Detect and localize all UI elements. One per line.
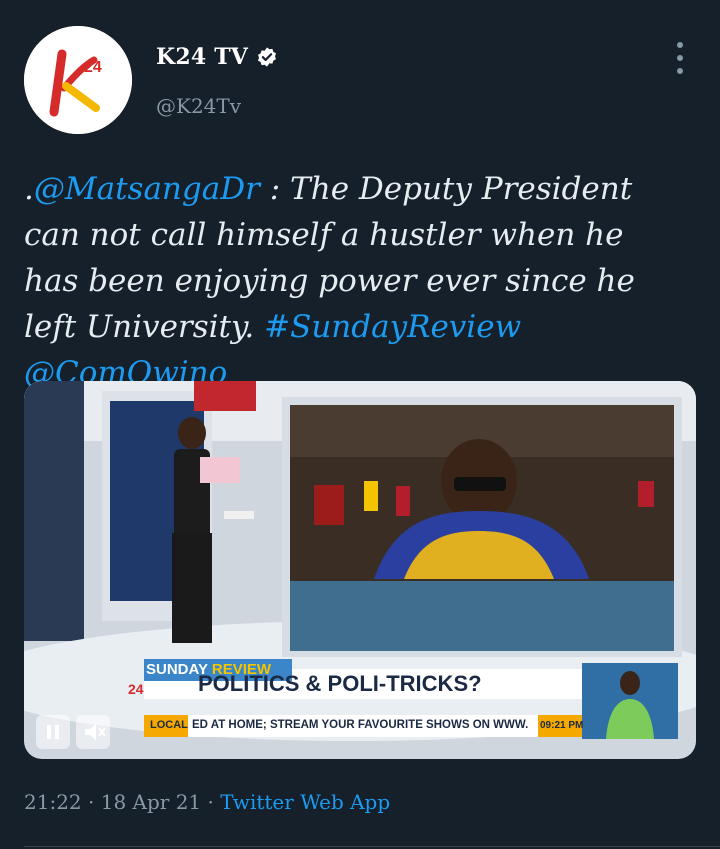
tweet-text: .@MatsangaDr : The Deputy President can …: [24, 166, 684, 396]
logo-text: 24: [84, 59, 102, 76]
tweet-source[interactable]: Twitter Web App: [220, 790, 390, 814]
author-display-name[interactable]: K24 TV: [156, 44, 248, 70]
verified-badge-icon: [258, 47, 277, 67]
divider: [24, 846, 720, 847]
tweet-meta: 21:22 · 18 Apr 21 · Twitter Web App: [24, 790, 390, 814]
author-avatar[interactable]: 24: [24, 26, 132, 134]
ticker-text: ED AT HOME; STREAM YOUR FAVOURITE SHOWS …: [192, 719, 529, 731]
channel-watermark: 24: [128, 681, 144, 697]
tweet-media-video[interactable]: SUNDAY REVIEW POLITICS & POLI-TRICKS? LO…: [24, 381, 696, 759]
video-frame: [24, 381, 696, 759]
meta-separator-2: ·: [207, 790, 214, 814]
author-handle[interactable]: @K24Tv: [156, 94, 241, 118]
author-name-row[interactable]: K24 TV: [156, 44, 278, 70]
mute-icon[interactable]: [76, 715, 110, 749]
tweet-date[interactable]: 18 Apr 21: [101, 790, 201, 814]
hashtag-link[interactable]: #SundayReview: [264, 309, 521, 345]
video-headline: POLITICS & POLI-TRICKS?: [198, 671, 482, 696]
k24-logo-icon: 24: [24, 26, 132, 134]
tweet-prefix: .: [24, 171, 34, 207]
pause-icon[interactable]: [36, 715, 70, 749]
ticker-time: 09:21 PM: [540, 720, 584, 731]
meta-separator: ·: [88, 790, 95, 814]
more-options-icon[interactable]: [668, 42, 692, 74]
ticker-label: LOCAL: [150, 719, 188, 731]
mention-link[interactable]: @MatsangaDr: [34, 171, 260, 207]
tweet-time[interactable]: 21:22: [24, 790, 82, 814]
